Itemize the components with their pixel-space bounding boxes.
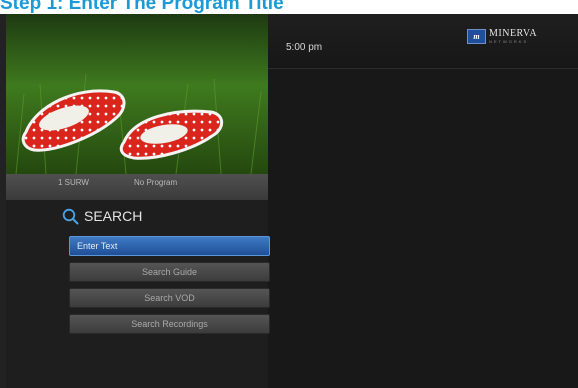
program-label: No Program: [134, 178, 178, 187]
search-guide-button[interactable]: Search Guide: [69, 262, 270, 282]
search-recordings-button[interactable]: Search Recordings: [69, 314, 270, 334]
logo-name: MINERVA: [489, 27, 538, 39]
search-header: SEARCH: [62, 206, 142, 226]
tv-screen: 1 SURW No Program 5:00 pm m MINERVA NETW…: [0, 14, 578, 388]
search-title: SEARCH: [84, 208, 143, 224]
minerva-logo: m MINERVA NETWORKS: [467, 28, 537, 44]
right-panel: [268, 14, 578, 388]
channel-label: 1 SURW: [58, 178, 89, 187]
preview-image: [6, 14, 268, 174]
clock: 5:00 pm: [286, 42, 323, 53]
video-preview: [6, 14, 268, 174]
logo-mark: m: [467, 28, 486, 44]
step-title: Step 1: Enter The Program Title: [0, 0, 284, 14]
now-playing-bar: 1 SURW No Program: [6, 174, 268, 200]
search-vod-button[interactable]: Search VOD: [69, 288, 270, 308]
logo-subtitle: NETWORKS: [489, 38, 529, 44]
enter-text-button[interactable]: Enter Text: [69, 236, 270, 256]
search-icon: [62, 208, 79, 224]
